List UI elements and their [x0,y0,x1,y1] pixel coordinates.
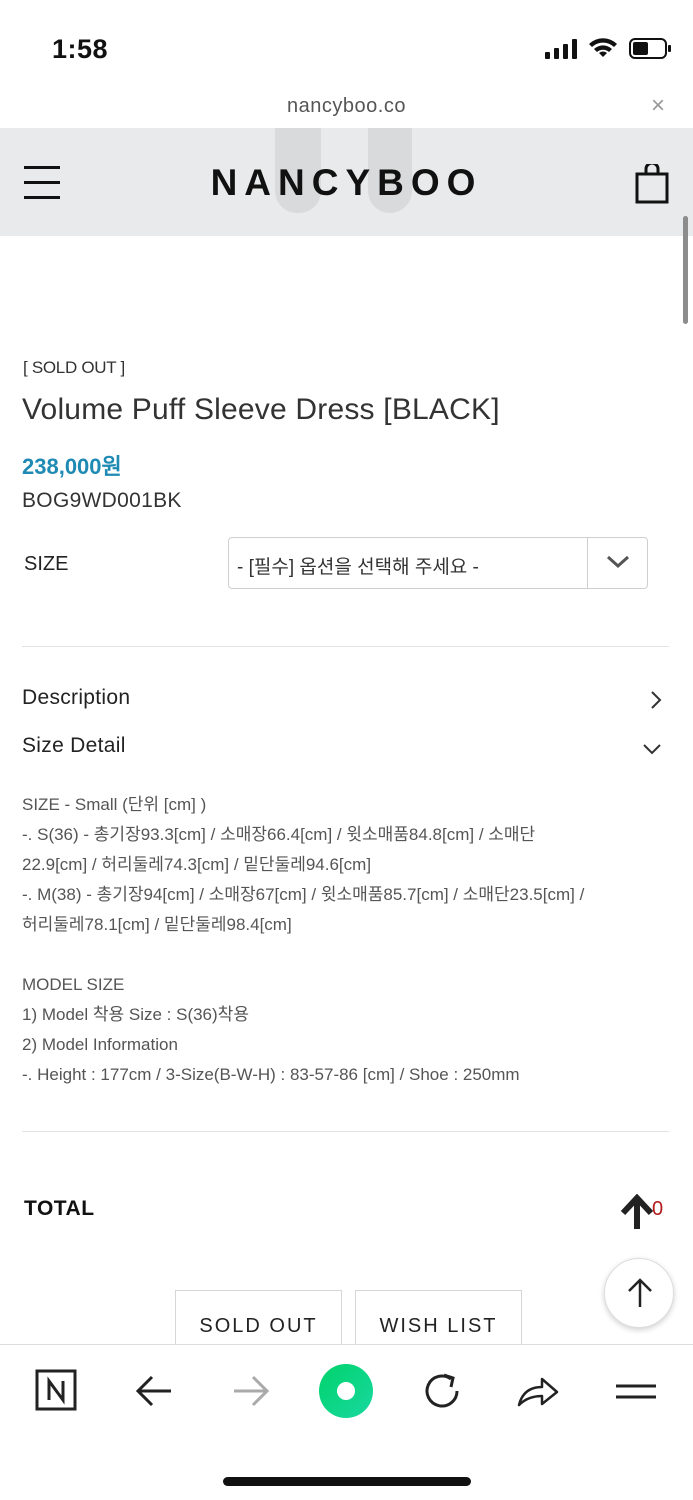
detail-line: 22.9[cm] / 허리둘레74.3[cm] / 밑단둘레94.6[cm] [22,855,372,874]
brand-logo[interactable]: NANCYBOO [0,162,693,204]
size-select[interactable]: - [필수] 옵션을 선택해 주세요 - [228,537,648,589]
detail-line: -. S(36) - 총기장93.3[cm] / 소매장66.4[cm] / 윗… [22,825,536,844]
battery-icon [629,38,671,59]
size-label: SIZE [24,553,69,575]
status-bar: 1:58 [0,0,693,90]
menu-icon[interactable] [614,1369,662,1417]
green-dot-icon[interactable] [318,1363,374,1419]
home-indicator[interactable] [223,1477,471,1486]
accordion-label: Size Detail [22,734,126,757]
product-title: Volume Puff Sleeve Dress [BLACK] [22,393,500,426]
scroll-to-top-button[interactable] [604,1258,674,1328]
detail-line: 허리둘레78.1[cm] / 밑단둘레98.4[cm] [22,915,292,934]
naver-home-icon[interactable] [35,1369,83,1417]
shopping-bag-icon[interactable] [635,161,669,209]
detail-line: -. M(38) - 총기장94[cm] / 소매장67[cm] / 윗소매품8… [22,885,585,904]
status-time: 1:58 [52,34,109,64]
url-bar[interactable]: nancyboo.co × [0,90,693,128]
arrow-up-icon [628,1278,652,1307]
total-value: 0 [652,1198,664,1220]
arrow-up-icon [620,1193,654,1235]
wish-list-button[interactable]: WISH LIST [355,1290,522,1346]
chevron-down-icon[interactable] [587,538,647,588]
product-price: 238,000원 [22,454,122,479]
total-label: TOTAL [24,1197,95,1220]
page-scrollbar[interactable] [683,216,688,324]
reload-icon[interactable] [420,1369,468,1417]
accordion-size-detail[interactable]: Size Detail [22,734,662,768]
sold-out-badge: [ SOLD OUT ] [23,358,125,377]
detail-line: -. Height : 177cm / 3-Size(B-W-H) : 83-5… [22,1065,520,1084]
sold-out-button[interactable]: SOLD OUT [175,1290,342,1346]
site-header: NANCYBOO [0,128,693,236]
divider [22,1131,669,1132]
size-select-value: - [필수] 옵션을 선택해 주세요 - [237,557,479,578]
detail-line: 1) Model 착용 Size : S(36)착용 [22,1005,249,1024]
detail-line [22,940,667,970]
accordion-description[interactable]: Description [22,686,662,720]
browser-toolbar [0,1344,693,1500]
divider [22,646,669,647]
detail-line: MODEL SIZE [22,975,125,994]
size-detail-text: SIZE - Small (단위 [cm] ) -. S(36) - 총기장93… [22,790,667,1090]
wifi-icon [589,38,617,57]
forward-arrow-icon[interactable] [231,1369,279,1417]
detail-line: 2) Model Information [22,1035,178,1054]
chevron-down-icon [642,742,662,760]
accordion-label: Description [22,686,131,709]
back-arrow-icon[interactable] [134,1369,182,1417]
close-icon[interactable]: × [651,94,665,118]
chevron-right-icon [650,690,662,715]
url-text[interactable]: nancyboo.co [0,95,693,118]
detail-line: SIZE - Small (단위 [cm] ) [22,795,207,814]
product-code: BOG9WD001BK [22,489,182,512]
status-icons [545,38,671,59]
share-icon[interactable] [516,1369,564,1417]
signal-icon [545,38,577,59]
